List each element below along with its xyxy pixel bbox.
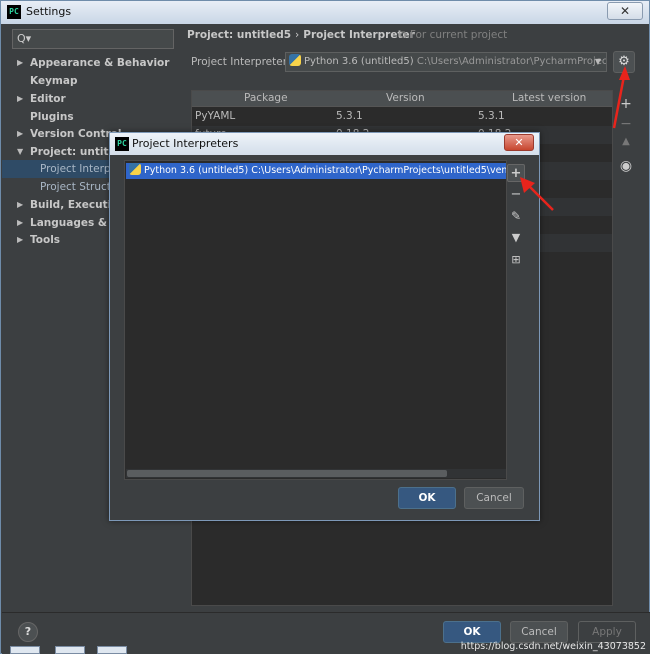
taskbar-strip — [0, 646, 140, 654]
sidebar-item-plugins[interactable]: Plugins — [2, 108, 179, 126]
python-icon — [129, 163, 141, 175]
window-close-button[interactable]: ✕ — [607, 2, 643, 20]
dialog-title: Project Interpreters — [132, 137, 239, 150]
gear-icon[interactable]: ⚙ — [613, 51, 635, 73]
sidebar-item-appearance[interactable]: ▶ Appearance & Behavior — [2, 54, 179, 72]
taskbar-button[interactable] — [97, 646, 127, 654]
remove-package-icon[interactable]: − — [616, 116, 636, 134]
table-header: Package Version Latest version — [192, 91, 612, 107]
interpreter-label: Project Interpreter: — [191, 56, 291, 68]
dropdown-arrow-icon: ▼ — [594, 57, 601, 66]
search-icon: Q▾ — [17, 32, 32, 45]
window-title: Settings — [26, 5, 72, 18]
interpreter-select[interactable]: Python 3.6 (untitled5) C:\Users\Administ… — [285, 52, 607, 72]
sidebar-item-keymap[interactable]: Keymap — [2, 72, 179, 90]
python-icon — [289, 54, 301, 66]
show-paths-icon[interactable]: ⊞ — [507, 251, 525, 269]
watermark: https://blog.csdn.net/weixin_43073852 — [460, 641, 646, 652]
horizontal-scrollbar[interactable] — [126, 469, 506, 478]
edit-pencil-icon[interactable]: ✎ — [507, 207, 525, 225]
taskbar-button[interactable] — [55, 646, 85, 654]
apply-button[interactable]: Apply — [578, 621, 636, 643]
remove-interpreter-icon[interactable]: − — [507, 186, 525, 204]
add-package-icon[interactable]: + — [616, 96, 636, 114]
settings-search-input[interactable]: Q▾ — [12, 29, 174, 49]
sidebar-item-editor[interactable]: ▶ Editor — [2, 90, 179, 108]
eye-icon[interactable]: ◉ — [616, 158, 636, 176]
column-latest-version[interactable]: Latest version — [512, 92, 586, 104]
expand-arrow-icon: ▶ — [17, 94, 24, 103]
add-interpreter-icon[interactable]: + — [507, 164, 525, 182]
column-package[interactable]: Package — [244, 92, 288, 104]
expand-arrow-icon: ▶ — [17, 129, 24, 138]
breadcrumb: Project: untitled5 › Project Interpreter — [187, 29, 415, 41]
cancel-button[interactable]: Cancel — [510, 621, 568, 643]
breadcrumb-project[interactable]: Project: untitled5 — [187, 29, 291, 41]
upgrade-package-icon[interactable]: ▲ — [616, 136, 636, 154]
expand-arrow-icon: ▶ — [17, 218, 24, 227]
taskbar-button[interactable] — [10, 646, 40, 654]
expand-arrow-icon: ▶ — [17, 58, 24, 67]
dialog-cancel-button[interactable]: Cancel — [464, 487, 524, 509]
pycharm-icon: PC — [115, 137, 129, 151]
column-version[interactable]: Version — [386, 92, 425, 104]
expand-arrow-icon: ▶ — [17, 200, 24, 209]
table-row[interactable]: PyYAML 5.3.1 5.3.1 — [192, 108, 612, 126]
filter-icon[interactable]: ▼ — [507, 229, 525, 247]
dialog-ok-button[interactable]: OK — [398, 487, 456, 509]
ok-button[interactable]: OK — [443, 621, 501, 643]
expand-arrow-icon: ▶ — [17, 235, 24, 244]
interpreter-list: Python 3.6 (untitled5) C:\Users\Administ… — [124, 160, 507, 480]
help-button[interactable]: ? — [18, 622, 38, 642]
dialog-close-button[interactable]: ✕ — [504, 134, 534, 151]
copy-icon: ⧉ — [399, 29, 407, 41]
project-interpreters-dialog: PC Project Interpreters ✕ Python 3.6 (un… — [109, 132, 540, 521]
scope-hint: ⧉ For current project — [399, 29, 508, 41]
pycharm-icon: PC — [7, 5, 21, 19]
window-titlebar: PC Settings ✕ — [1, 1, 649, 24]
scrollbar-thumb[interactable] — [127, 470, 447, 477]
list-item[interactable]: Python 3.6 (untitled5) C:\Users\Administ… — [126, 163, 506, 179]
collapse-arrow-icon: ▼ — [17, 147, 24, 156]
dialog-titlebar: PC Project Interpreters ✕ — [110, 133, 539, 155]
